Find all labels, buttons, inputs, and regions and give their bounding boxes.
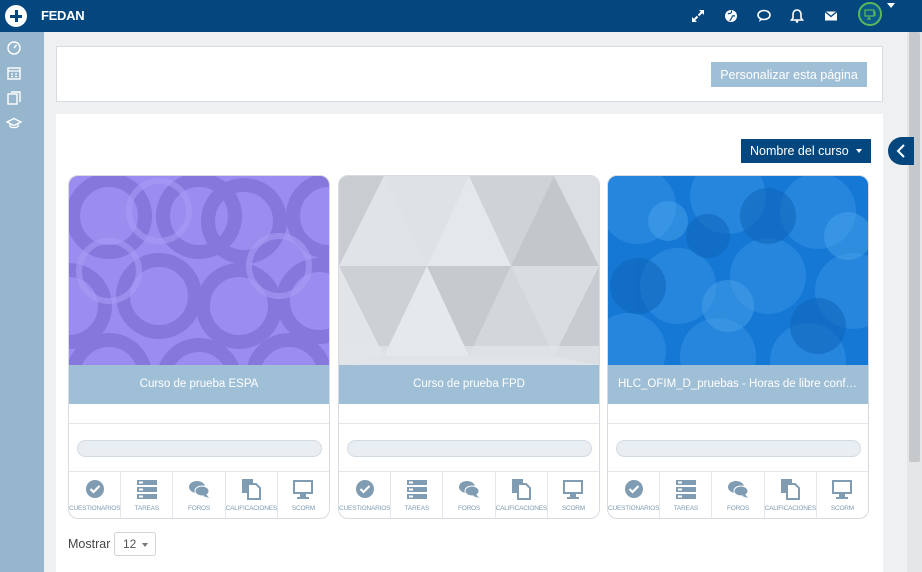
add-icon[interactable] xyxy=(5,5,27,27)
copy-document-icon xyxy=(512,479,532,500)
comments-icon xyxy=(459,481,480,498)
check-circle-icon xyxy=(624,480,643,498)
globe-icon[interactable] xyxy=(721,6,741,26)
tasks-icon xyxy=(136,480,157,499)
user-avatar[interactable] xyxy=(858,2,882,26)
course-image[interactable] xyxy=(608,176,868,365)
copy-document-icon xyxy=(781,479,801,500)
comments-icon xyxy=(189,481,210,498)
dashboard-icon[interactable] xyxy=(5,39,23,57)
activity-label: CALIFICACIONES xyxy=(495,505,548,512)
activity-label: FOROS xyxy=(457,505,481,512)
per-page-select[interactable]: 12 xyxy=(114,532,156,556)
activity-label: CUESTIONARIOS xyxy=(608,505,660,512)
activity-scorm[interactable]: SCORM xyxy=(817,472,868,518)
course-card[interactable]: Curso de prueba ESPA CUESTIONARIOS TAREA… xyxy=(68,175,330,519)
page-scrollbar[interactable] xyxy=(907,32,922,572)
activity-label: CALIFICACIONES xyxy=(764,505,817,512)
messages-icon[interactable] xyxy=(754,6,774,26)
courses-icon[interactable] xyxy=(5,89,23,107)
chevron-left-icon xyxy=(896,144,905,158)
comments-icon xyxy=(728,481,749,498)
activity-assignments[interactable]: TAREAS xyxy=(660,472,713,518)
activity-label: FOROS xyxy=(726,505,750,512)
customize-page-button[interactable]: Personalizar esta página xyxy=(711,62,867,87)
course-card[interactable]: Curso de prueba FPD CUESTIONARIOS TAREAS… xyxy=(338,175,600,519)
progress-bar xyxy=(347,440,592,457)
activity-scorm[interactable]: SCORM xyxy=(548,472,599,518)
activity-quizzes[interactable]: CUESTIONARIOS xyxy=(69,472,122,518)
activity-label: TAREAS xyxy=(134,505,160,512)
monitor-icon xyxy=(563,480,584,499)
left-drawer xyxy=(0,32,44,572)
course-title[interactable]: Curso de prueba ESPA xyxy=(69,365,329,404)
progress-bar xyxy=(77,440,322,457)
activity-grades[interactable]: CALIFICACIONES xyxy=(225,472,278,518)
site-brand[interactable]: FEDAN xyxy=(41,8,85,23)
activity-forums[interactable]: FOROS xyxy=(712,472,765,518)
activity-quizzes[interactable]: CUESTIONARIOS xyxy=(339,472,392,518)
per-page-value: 12 xyxy=(123,537,137,551)
check-circle-icon xyxy=(355,480,374,498)
course-card[interactable]: HLC_OFIM_D_pruebas - Horas de libre conf… xyxy=(607,175,869,519)
progress-row xyxy=(69,424,329,472)
course-image[interactable] xyxy=(69,176,329,365)
activity-bar: CUESTIONARIOS TAREAS FOROS CALIFICACIONE… xyxy=(339,472,599,518)
activity-label: CUESTIONARIOS xyxy=(339,505,391,512)
copy-document-icon xyxy=(242,479,262,500)
graduation-cap-icon[interactable] xyxy=(5,114,23,132)
progress-bar xyxy=(616,440,861,457)
activity-assignments[interactable]: TAREAS xyxy=(391,472,444,518)
bell-icon[interactable] xyxy=(787,6,807,26)
course-title[interactable]: HLC_OFIM_D_pruebas - Horas de libre conf… xyxy=(608,365,868,404)
tasks-icon xyxy=(406,480,427,499)
activity-label: SCORM xyxy=(561,505,586,512)
activity-quizzes[interactable]: CUESTIONARIOS xyxy=(608,472,661,518)
progress-row xyxy=(339,424,599,472)
right-drawer-toggle[interactable] xyxy=(888,137,914,165)
course-image[interactable] xyxy=(339,176,599,365)
monitor-icon xyxy=(293,480,314,499)
calendar-icon[interactable] xyxy=(5,64,23,82)
scrollbar-thumb[interactable] xyxy=(909,32,920,462)
activity-label: SCORM xyxy=(291,505,316,512)
activity-grades[interactable]: CALIFICACIONES xyxy=(495,472,548,518)
tasks-icon xyxy=(675,480,696,499)
activity-bar: CUESTIONARIOS TAREAS FOROS CALIFICACIONE… xyxy=(608,472,868,518)
activity-label: SCORM xyxy=(830,505,855,512)
caret-down-icon xyxy=(856,149,862,153)
sort-dropdown[interactable]: Nombre del curso xyxy=(741,139,871,163)
top-navbar: FEDAN xyxy=(0,0,922,32)
activity-label: TAREAS xyxy=(404,505,430,512)
check-circle-icon xyxy=(85,480,104,498)
activity-scorm[interactable]: SCORM xyxy=(278,472,329,518)
activity-assignments[interactable]: TAREAS xyxy=(121,472,174,518)
mail-icon[interactable] xyxy=(821,6,841,26)
activity-grades[interactable]: CALIFICACIONES xyxy=(764,472,817,518)
course-summary-row xyxy=(608,404,868,424)
course-title[interactable]: Curso de prueba FPD xyxy=(339,365,599,404)
user-menu-caret-icon[interactable] xyxy=(887,3,895,8)
activity-forums[interactable]: FOROS xyxy=(443,472,496,518)
activity-label: TAREAS xyxy=(673,505,699,512)
fullscreen-icon[interactable] xyxy=(688,6,708,26)
progress-row xyxy=(608,424,868,472)
per-page-label: Mostrar xyxy=(68,537,111,551)
monitor-icon xyxy=(832,480,853,499)
sort-label: Nombre del curso xyxy=(750,144,849,158)
activity-label: CALIFICACIONES xyxy=(225,505,278,512)
course-summary-row xyxy=(69,404,329,424)
activity-bar: CUESTIONARIOS TAREAS FOROS CALIFICACIONE… xyxy=(69,472,329,518)
caret-down-icon xyxy=(142,543,148,547)
activity-forums[interactable]: FOROS xyxy=(173,472,226,518)
course-summary-row xyxy=(339,404,599,424)
activity-label: CUESTIONARIOS xyxy=(69,505,121,512)
activity-label: FOROS xyxy=(187,505,211,512)
